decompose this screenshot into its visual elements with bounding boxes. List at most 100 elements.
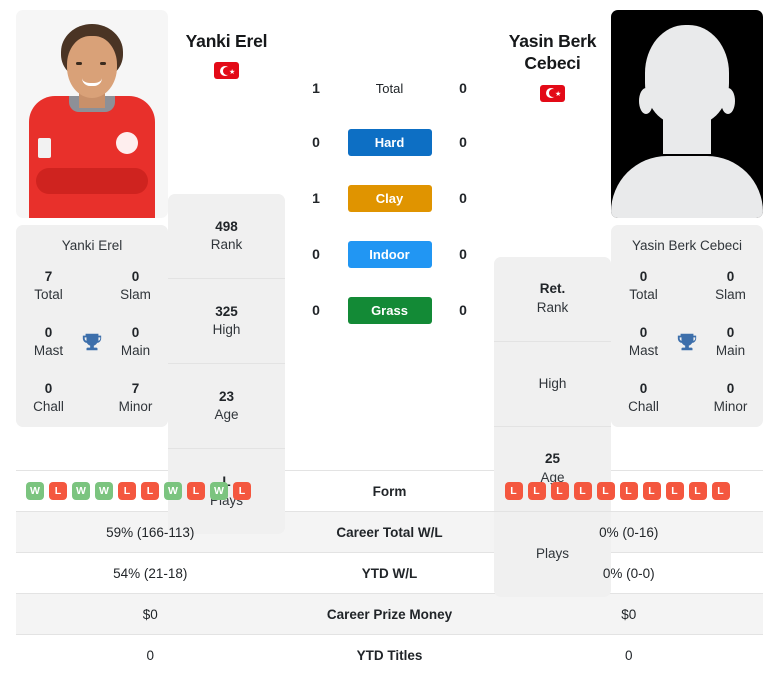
left-profile-high: 325 High: [168, 279, 285, 365]
surface-clay-badge[interactable]: Clay: [347, 184, 432, 212]
surface-row-total: 1 Total 0: [293, 62, 486, 114]
left-profile-rank-value: 498: [215, 218, 238, 234]
right-titles-minor-value: 0: [726, 380, 735, 396]
left-titles-slam: 0 Slam: [109, 268, 162, 304]
form-badge-loss: L: [688, 482, 707, 500]
left-form-cell: WLWWLLWLWL: [16, 473, 285, 509]
form-badge-loss: L: [49, 482, 67, 500]
left-titles-minor-value: 7: [131, 380, 140, 396]
left-ytd-titles: 0: [146, 647, 154, 663]
left-ytd-wl: 54% (21-18): [113, 565, 188, 581]
top-section: Yanki Erel 7 Total 0 Slam 0 Mast 0 Main …: [0, 0, 779, 597]
right-titles-main-value: 0: [726, 324, 735, 340]
form-badge-win: W: [72, 482, 90, 500]
right-player-header: Yasin Berk Cebeci ★: [494, 10, 611, 102]
left-profile-age-value: 23: [218, 388, 235, 404]
table-row-ytd-titles: 0 YTD Titles 0: [16, 634, 763, 675]
right-titles-main-label: Main: [715, 343, 746, 359]
left-name-column: Yanki Erel ★ 498 Rank 325 High 23 Age L …: [168, 10, 285, 535]
right-titles-mast-label: Mast: [628, 343, 659, 359]
surface-total-label: Total: [375, 80, 404, 96]
left-career-total-wl: 59% (166-113): [106, 524, 195, 540]
right-titles-total-label: Total: [629, 287, 658, 303]
right-titles-total-value: 0: [639, 269, 648, 285]
form-badge-loss: L: [527, 482, 546, 500]
right-titles-slam-label: Slam: [715, 287, 746, 303]
left-form-badges: WLWWLLWLWL: [20, 482, 281, 500]
surface-row-hard: 0 Hard 0: [293, 114, 486, 170]
form-badge-loss: L: [187, 482, 205, 500]
form-badge-loss: L: [504, 482, 523, 500]
surface-indoor-right-value: 0: [459, 246, 467, 262]
table-label-form: Form: [372, 483, 407, 499]
right-titles-total: 0 Total: [617, 268, 670, 304]
left-player-titles-card: Yanki Erel 7 Total 0 Slam 0 Mast 0 Main …: [16, 225, 168, 428]
surface-clay-right-value: 0: [459, 190, 467, 206]
right-player-name: Yasin Berk Cebeci: [508, 31, 597, 74]
left-profile-rank: 498 Rank: [168, 194, 285, 280]
left-titles-total: 7 Total: [22, 268, 75, 304]
surface-breakdown: 1 Total 0 0 Hard 0 1 Clay 0 0 Indoor 0 0: [285, 10, 494, 338]
right-profile-high: High: [494, 342, 611, 427]
left-player-photo[interactable]: [16, 10, 168, 218]
surface-hard-right-value: 0: [459, 134, 467, 150]
left-titles-chall-value: 0: [44, 380, 53, 396]
surface-row-grass: 0 Grass 0: [293, 282, 486, 338]
form-badge-win: W: [210, 482, 228, 500]
right-player-photo[interactable]: [611, 10, 763, 218]
right-profile-rank: Ret. Rank: [494, 257, 611, 342]
right-profile-rank-label: Rank: [536, 299, 569, 315]
right-profile-age-value: 25: [544, 450, 561, 466]
left-titles-chall: 0 Chall: [22, 380, 75, 416]
right-ytd-wl: 0% (0-0): [602, 565, 655, 581]
turkey-flag-icon-left: ★: [214, 62, 239, 80]
left-titles-mast-label: Mast: [33, 343, 64, 359]
surface-grass-badge[interactable]: Grass: [347, 296, 432, 324]
surface-hard-badge[interactable]: Hard: [347, 128, 432, 156]
table-row-career-total-wl: 59% (166-113) Career Total W/L 0% (0-16): [16, 511, 763, 552]
surface-row-clay: 1 Clay 0: [293, 170, 486, 226]
left-profile-rank-label: Rank: [210, 237, 243, 253]
left-titles-chall-label: Chall: [33, 398, 64, 414]
form-badge-loss: L: [573, 482, 592, 500]
left-titles-mast: 0 Mast: [22, 324, 75, 360]
right-titles-main: 0 Main: [704, 324, 757, 360]
table-label-career-prize-money: Career Prize Money: [326, 606, 453, 622]
form-badge-win: W: [95, 482, 113, 500]
left-career-prize-money: $0: [142, 606, 158, 622]
head-to-head-comparison: Yanki Erel 7 Total 0 Slam 0 Mast 0 Main …: [0, 0, 779, 675]
left-titles-main-label: Main: [120, 343, 151, 359]
right-career-total-wl: 0% (0-16): [599, 524, 659, 540]
form-badge-win: W: [164, 482, 182, 500]
form-badge-loss: L: [118, 482, 136, 500]
surface-row-indoor: 0 Indoor 0: [293, 226, 486, 282]
table-row-career-prize-money: $0 Career Prize Money $0: [16, 593, 763, 634]
form-badge-loss: L: [642, 482, 661, 500]
surface-grass-right-value: 0: [459, 302, 467, 318]
left-titles-minor: 7 Minor: [109, 380, 162, 416]
right-profile-rank-value: Ret.: [539, 280, 566, 296]
left-player-name: Yanki Erel: [185, 31, 268, 51]
right-titles-mast: 0 Mast: [617, 324, 670, 360]
table-label-career-total-wl: Career Total W/L: [336, 524, 443, 540]
form-badge-loss: L: [596, 482, 615, 500]
form-badge-win: W: [26, 482, 44, 500]
left-titles-slam-label: Slam: [120, 287, 151, 303]
left-profile-age: 23 Age: [168, 364, 285, 450]
left-profile-high-value: 325: [215, 303, 238, 319]
surface-hard-left-value: 0: [312, 134, 320, 150]
left-titles-slam-value: 0: [131, 269, 140, 285]
left-titles-main-value: 0: [131, 324, 140, 340]
right-titles-chall-label: Chall: [628, 398, 659, 414]
left-profile-high-label: High: [212, 322, 241, 338]
form-badge-loss: L: [233, 482, 251, 500]
right-titles-chall: 0 Chall: [617, 380, 670, 416]
surface-indoor-badge[interactable]: Indoor: [347, 240, 432, 268]
right-titles-minor-label: Minor: [713, 398, 748, 414]
right-profile-high-label: High: [538, 375, 567, 391]
left-titles-mast-value: 0: [44, 324, 53, 340]
left-titles-total-label: Total: [34, 287, 63, 303]
left-player-header: Yanki Erel ★: [168, 10, 285, 80]
table-label-ytd-titles: YTD Titles: [356, 647, 423, 663]
table-row-ytd-wl: 54% (21-18) YTD W/L 0% (0-0): [16, 552, 763, 593]
